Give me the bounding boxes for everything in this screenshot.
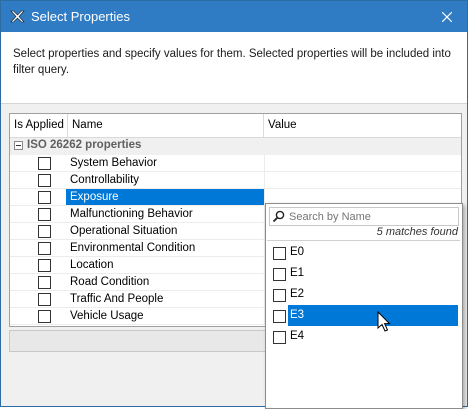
- search-input[interactable]: [289, 208, 454, 225]
- title-bar[interactable]: Select Properties: [1, 1, 467, 32]
- is-applied-checkbox[interactable]: [38, 259, 51, 272]
- column-header-is-applied[interactable]: Is Applied: [10, 114, 68, 137]
- option-checkbox[interactable]: [273, 247, 286, 260]
- property-name[interactable]: System Behavior: [66, 155, 264, 171]
- group-label: ISO 26262 properties: [27, 139, 142, 151]
- table-header: Is Applied Name Value: [10, 114, 461, 138]
- property-name[interactable]: Vehicle Usage: [66, 308, 264, 324]
- option-checkbox[interactable]: [273, 268, 286, 281]
- column-header-name[interactable]: Name: [68, 114, 264, 137]
- is-applied-checkbox[interactable]: [38, 157, 51, 170]
- search-box[interactable]: [269, 207, 459, 226]
- is-applied-checkbox[interactable]: [38, 242, 51, 255]
- option-label[interactable]: E2: [288, 284, 458, 305]
- is-applied-checkbox[interactable]: [38, 174, 51, 187]
- property-value[interactable]: [264, 155, 462, 171]
- property-name[interactable]: Operational Situation: [66, 223, 264, 239]
- is-applied-checkbox[interactable]: [38, 225, 51, 238]
- option-item[interactable]: E3: [266, 305, 460, 326]
- table-row[interactable]: System Behavior: [10, 155, 461, 172]
- property-name[interactable]: Road Condition: [66, 274, 264, 290]
- description-text: Select properties and specify values for…: [13, 48, 451, 76]
- option-checkbox[interactable]: [273, 331, 286, 344]
- group-row-iso-26262[interactable]: ISO 26262 properties: [10, 138, 461, 155]
- property-name[interactable]: Environmental Condition: [66, 240, 264, 256]
- option-item[interactable]: E4: [266, 326, 460, 347]
- option-item[interactable]: E2: [266, 284, 460, 305]
- option-item[interactable]: E1: [266, 263, 460, 284]
- option-item[interactable]: E0: [266, 242, 460, 263]
- collapse-icon[interactable]: [14, 141, 23, 150]
- is-applied-checkbox[interactable]: [38, 276, 51, 289]
- property-name[interactable]: Controllability: [66, 172, 264, 188]
- matches-count: 5 matches found: [376, 226, 458, 238]
- option-label[interactable]: E1: [288, 263, 458, 284]
- divider: [267, 240, 460, 241]
- property-name[interactable]: Traffic And People: [66, 291, 264, 307]
- is-applied-checkbox[interactable]: [38, 310, 51, 323]
- column-header-value[interactable]: Value: [264, 114, 461, 137]
- option-checkbox[interactable]: [273, 289, 286, 302]
- window-title: Select Properties: [31, 9, 130, 24]
- magicdraw-x-icon: [10, 10, 25, 23]
- is-applied-checkbox[interactable]: [38, 293, 51, 306]
- description-panel: Select properties and specify values for…: [1, 32, 467, 104]
- value-dropdown: 5 matches found E0E1E2E3E4: [265, 203, 463, 409]
- is-applied-checkbox[interactable]: [38, 191, 51, 204]
- search-icon: [272, 210, 285, 223]
- table-row[interactable]: Controllability: [10, 172, 461, 189]
- close-button[interactable]: [427, 1, 467, 32]
- select-properties-dialog: Select Properties Select properties and …: [0, 0, 468, 409]
- option-checkbox[interactable]: [273, 310, 286, 323]
- property-value[interactable]: [264, 172, 462, 188]
- option-label[interactable]: E3: [288, 305, 458, 326]
- option-label[interactable]: E4: [288, 326, 458, 347]
- property-name[interactable]: Malfunctioning Behavior: [66, 206, 264, 222]
- property-name[interactable]: Exposure: [66, 189, 264, 205]
- is-applied-checkbox[interactable]: [38, 208, 51, 221]
- close-icon: [442, 11, 452, 22]
- option-label[interactable]: E0: [288, 242, 458, 263]
- property-name[interactable]: Location: [66, 257, 264, 273]
